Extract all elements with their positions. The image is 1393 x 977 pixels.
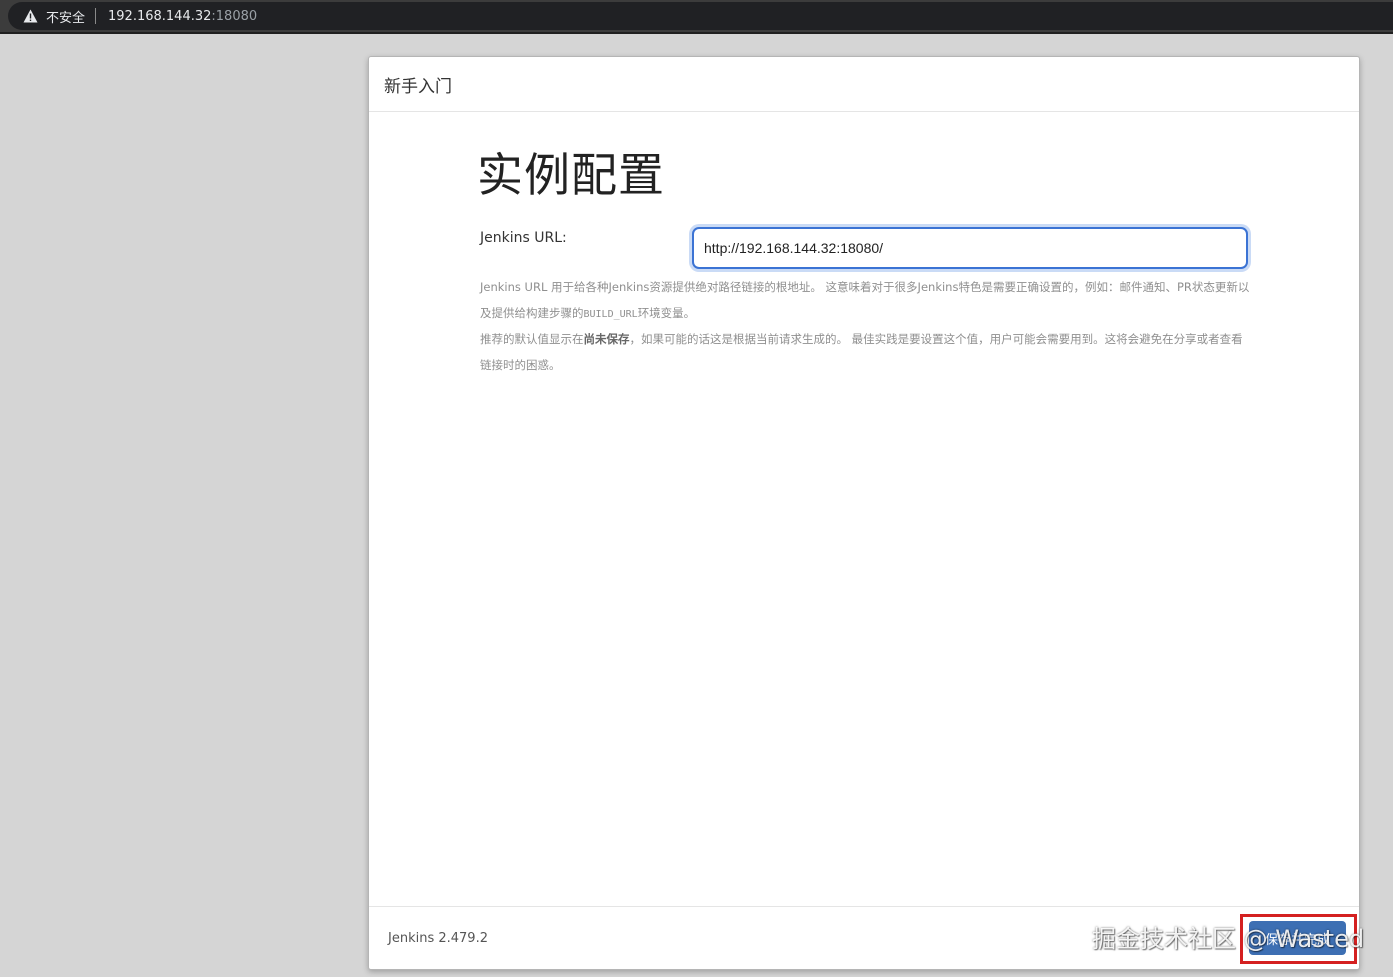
jenkins-url-label: Jenkins URL: <box>480 230 567 246</box>
url-port[interactable]: :18080 <box>211 9 257 24</box>
not-saved-emphasis: 尚未保存 <box>583 332 630 346</box>
dialog-header: 新手入门 <box>369 57 1359 112</box>
address-bar[interactable]: 不安全 192.168.144.32:18080 <box>8 2 1393 30</box>
setup-wizard-dialog: 新手入门 实例配置 Jenkins URL: Jenkins URL 用于给各种… <box>368 56 1360 970</box>
jenkins-url-help: Jenkins URL 用于给各种Jenkins资源提供绝对路径链接的根地址。 … <box>480 275 1250 378</box>
build-url-code: BUILD_URL <box>583 308 638 320</box>
help-paragraph-1: Jenkins URL 用于给各种Jenkins资源提供绝对路径链接的根地址。 … <box>480 275 1250 327</box>
help-text-2a: 推荐的默认值显示在 <box>480 332 584 346</box>
url-host[interactable]: 192.168.144.32 <box>108 9 211 24</box>
warning-triangle-icon[interactable] <box>22 8 38 24</box>
dialog-title: 新手入门 <box>384 76 452 97</box>
help-text-1b: 环境变量。 <box>637 305 696 320</box>
dialog-footer: Jenkins 2.479.2 保存并完成 <box>369 906 1359 969</box>
jenkins-url-input[interactable] <box>692 227 1248 269</box>
page-title: 实例配置 <box>477 148 665 202</box>
omnibox-divider <box>95 8 97 24</box>
jenkins-version: Jenkins 2.479.2 <box>388 931 488 946</box>
browser-toolbar: 不安全 192.168.144.32:18080 <box>0 0 1393 34</box>
help-paragraph-2: 推荐的默认值显示在尚未保存，如果可能的话这是根据当前请求生成的。 最佳实践是要设… <box>480 327 1250 378</box>
security-status-label[interactable]: 不安全 <box>46 7 85 26</box>
save-and-finish-button[interactable]: 保存并完成 <box>1249 921 1346 955</box>
